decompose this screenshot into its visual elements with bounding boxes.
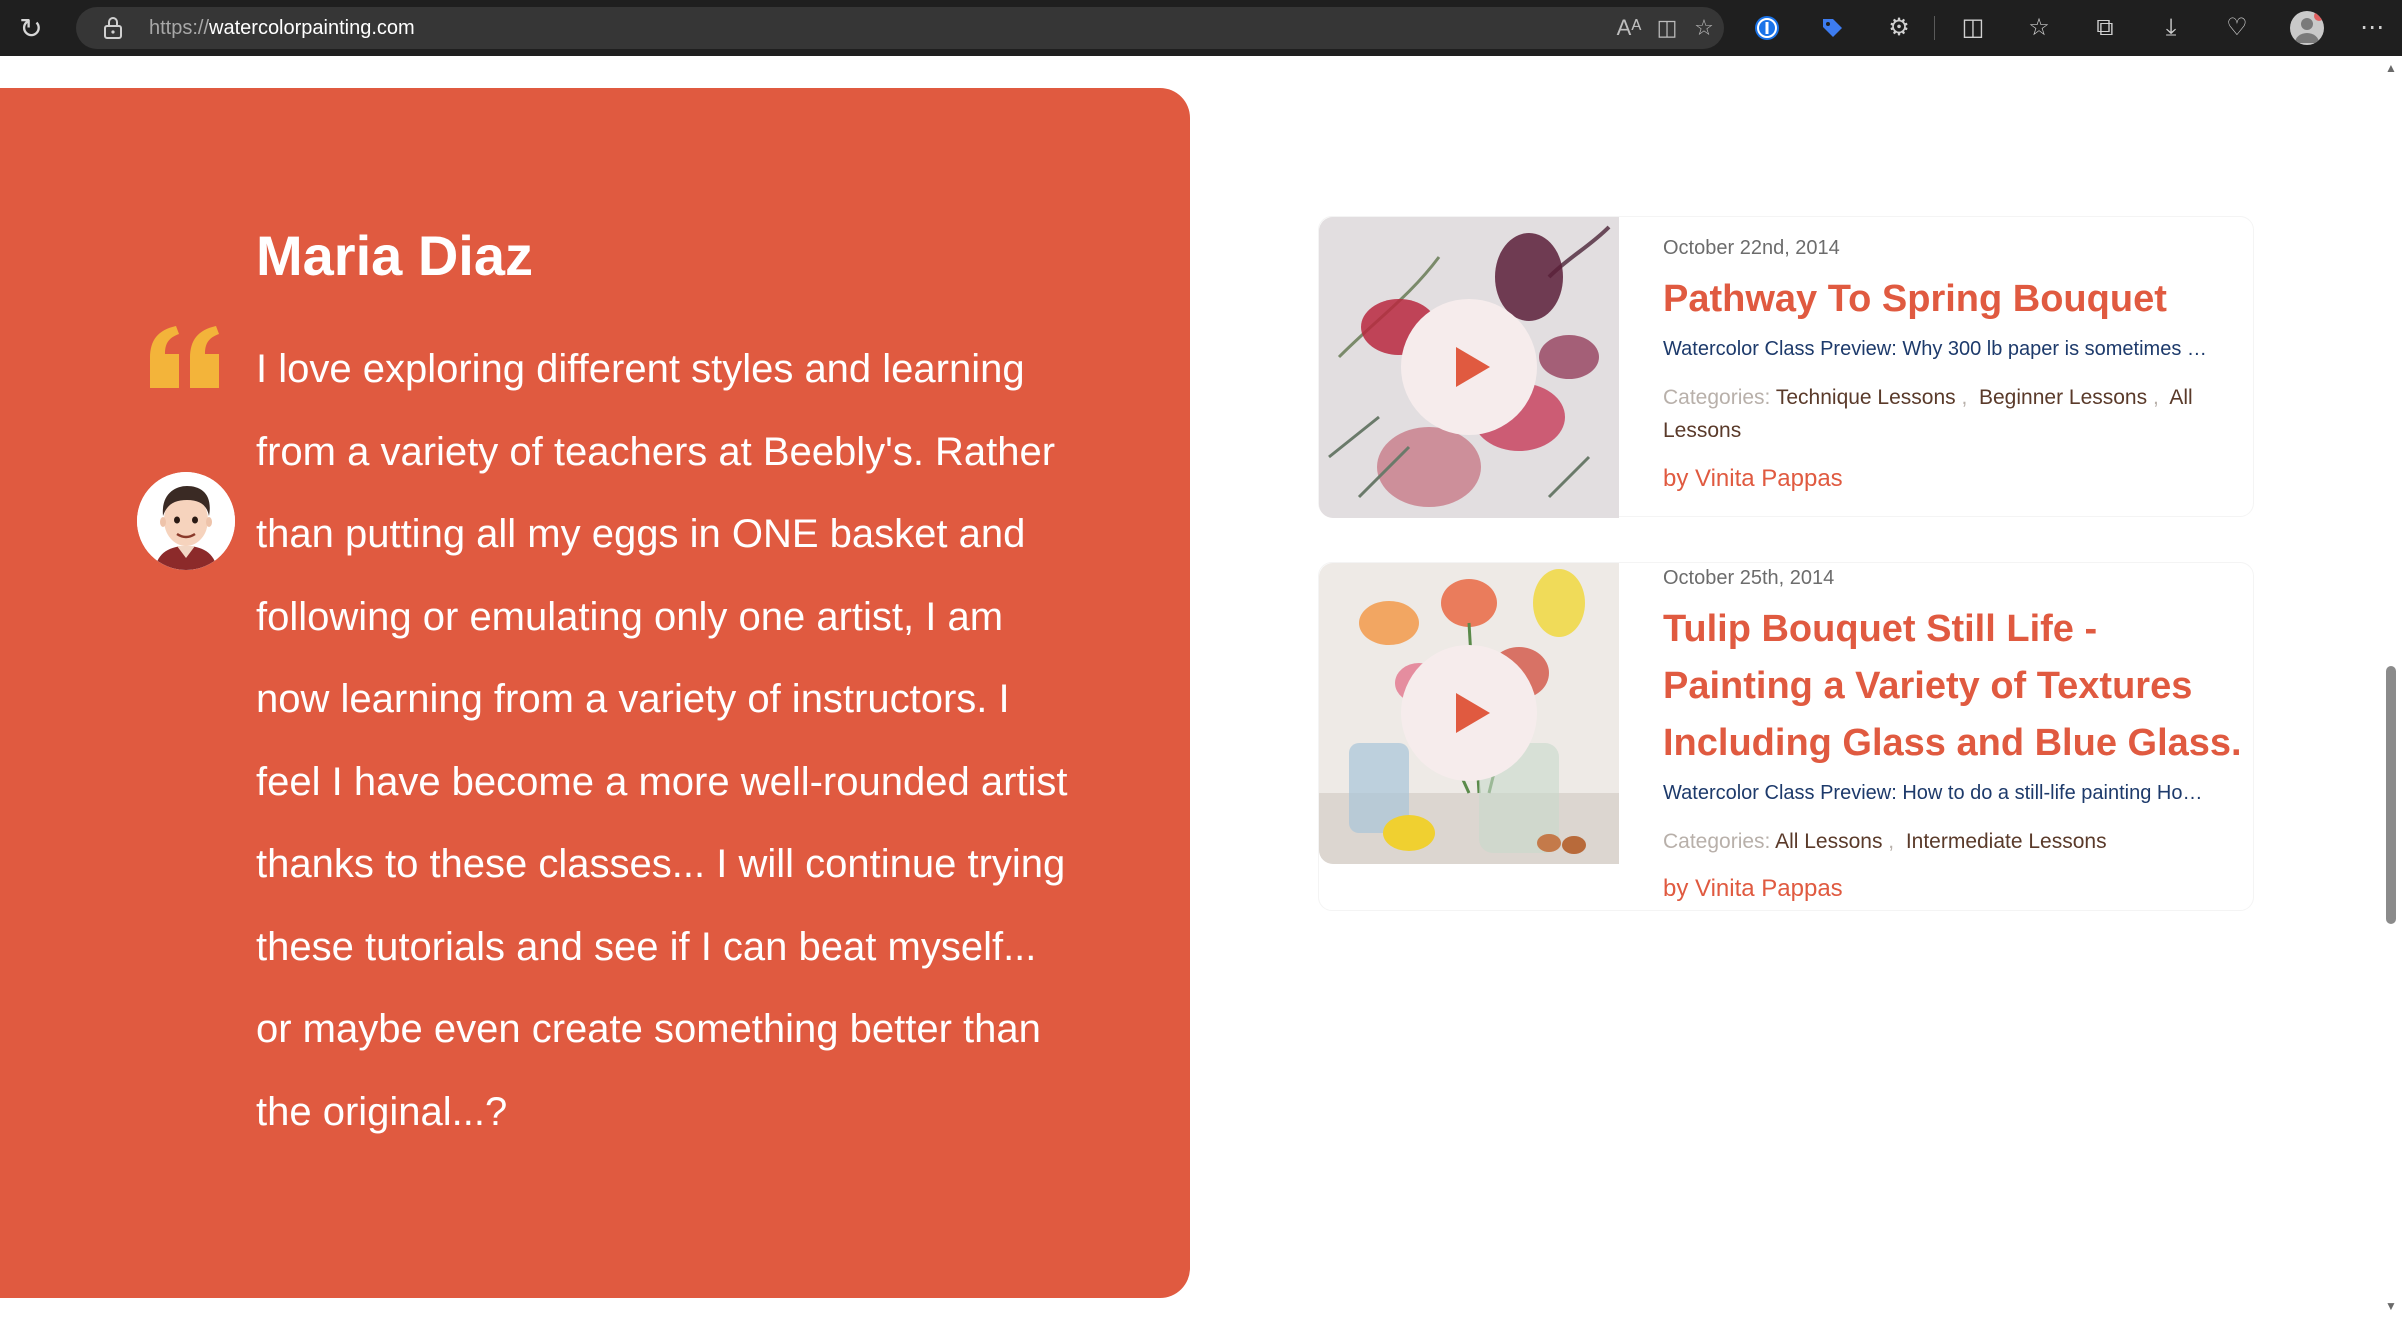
categories-label: Categories: [1663,830,1771,853]
play-button[interactable] [1401,299,1537,435]
collections-icon[interactable]: ⧉ [2088,11,2122,45]
testimonial-author-name: Maria Diaz [256,224,533,287]
lesson-author-link[interactable]: by Vinita Pappas [1663,465,1843,493]
testimonial-avatar [137,472,235,570]
lesson-thumbnail[interactable] [1319,563,1619,864]
profile-notification-dot [2314,11,2324,21]
category-link[interactable]: All Lessons [1775,830,1882,853]
play-icon [1456,693,1490,733]
lesson-categories: Categories: All Lessons , Intermediate L… [1663,825,2231,858]
split-screen-icon[interactable]: ◫ [1956,11,1990,45]
category-separator: , [2147,386,2170,409]
category-link[interactable]: Technique Lessons [1776,386,1956,409]
testimonial-card: Maria Diaz I love exploring different st… [0,88,1190,1298]
category-separator: , [1882,830,1906,853]
address-bar[interactable]: https://watercolorpainting.com Aᴬ ◫ ☆ [76,7,1724,49]
scroll-down-arrow-icon[interactable]: ▼ [2384,1300,2398,1312]
scroll-up-arrow-icon[interactable]: ▲ [2384,62,2398,74]
lesson-card[interactable]: October 25th, 2014 Tulip Bouquet Still L… [1318,562,2254,911]
lesson-author-link[interactable]: by Vinita Pappas [1663,875,1843,903]
favorites-icon[interactable]: ☆ [2022,11,2056,45]
categories-label: Categories: [1663,386,1771,409]
lesson-title-link[interactable]: Pathway To Spring Bouquet [1663,271,2243,328]
lesson-excerpt: Watercolor Class Preview: How to do a st… [1663,782,2203,804]
url-text[interactable]: https://watercolorpainting.com [149,16,415,40]
tag-extension-icon[interactable] [1815,11,1849,45]
scrollbar-thumb[interactable] [2386,666,2396,924]
downloads-icon[interactable]: ⤓ [2154,11,2188,45]
lesson-excerpt: Watercolor Class Preview: Why 300 lb pap… [1663,338,2207,360]
quote-icon [150,326,219,388]
play-icon [1456,347,1490,387]
password-manager-icon[interactable] [1750,11,1784,45]
lesson-date: October 25th, 2014 [1663,567,1835,589]
profile-avatar[interactable] [2290,11,2324,45]
play-button[interactable] [1401,645,1537,781]
lock-icon[interactable] [102,16,124,40]
browser-toolbar: ↻ https://watercolorpainting.com Aᴬ ◫ ☆ … [0,0,2402,56]
lesson-thumbnail[interactable] [1319,217,1619,518]
favorite-star-icon[interactable]: ☆ [1689,14,1719,42]
lesson-card[interactable]: October 22nd, 2014 Pathway To Spring Bou… [1318,216,2254,518]
category-separator: , [1955,386,1979,409]
category-link[interactable]: Intermediate Lessons [1906,830,2107,853]
extensions-icon[interactable]: ⚙ [1882,11,1916,45]
category-link[interactable]: Beginner Lessons [1979,386,2147,409]
immersive-reader-icon[interactable]: ◫ [1652,14,1682,42]
toolbar-divider [1934,16,1935,40]
lesson-date: October 22nd, 2014 [1663,237,1840,259]
more-options-icon[interactable]: ⋯ [2355,11,2389,45]
lesson-categories: Categories: Technique Lessons , Beginner… [1663,381,2231,447]
reload-icon[interactable]: ↻ [14,12,48,46]
testimonial-quote-text: I love exploring different styles and le… [256,347,1068,1134]
browser-essentials-icon[interactable]: ♡ [2220,11,2254,45]
lesson-title-link[interactable]: Tulip Bouquet Still Life - Painting a Va… [1663,601,2243,772]
read-aloud-icon[interactable]: Aᴬ [1614,14,1644,42]
